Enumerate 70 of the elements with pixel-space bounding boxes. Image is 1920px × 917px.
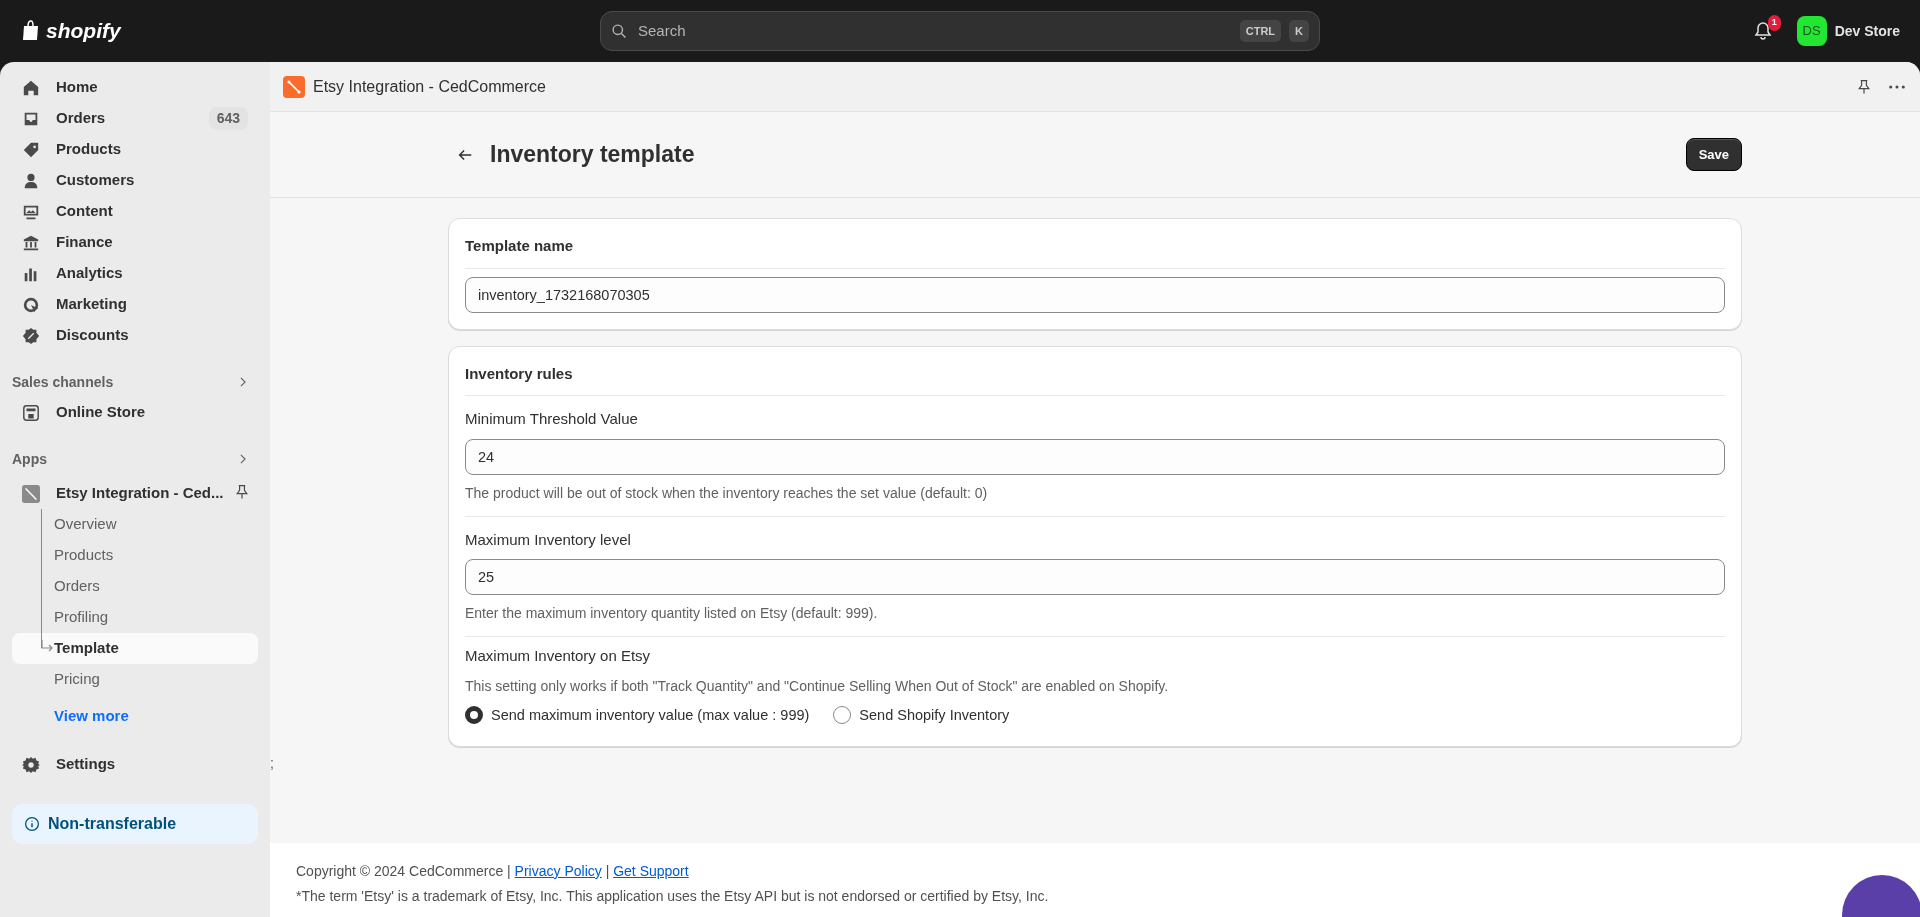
sub-nav-item[interactable]: Profiling — [12, 602, 258, 633]
pin-icon — [234, 483, 250, 500]
more-icon[interactable] — [1888, 83, 1906, 90]
stray-character: ; — [270, 755, 274, 772]
footer-link[interactable]: Privacy Policy — [514, 863, 602, 879]
pin-icon[interactable] — [1856, 78, 1872, 95]
storefront-icon — [22, 403, 40, 422]
sub-nav-item[interactable]: Overview — [12, 509, 258, 540]
view-more-link[interactable]: View more — [54, 704, 129, 728]
footer-link[interactable]: Get Support — [613, 863, 689, 879]
card-title: Inventory rules — [465, 362, 1725, 396]
sub-nav-item[interactable]: Pricing — [12, 664, 258, 695]
input-field[interactable]: inventory_1732168070305 — [465, 276, 1725, 313]
app-icon — [22, 484, 40, 503]
input-field[interactable]: 25 — [465, 559, 1725, 595]
nav-item[interactable]: Analytics — [12, 258, 258, 289]
store-avatar[interactable]: DS — [1796, 16, 1827, 46]
notification-badge: 1 — [1767, 15, 1781, 31]
nav-item[interactable]: Products — [12, 134, 258, 165]
app-logo-icon — [283, 75, 305, 98]
sub-nav-item[interactable]: Template — [12, 633, 258, 664]
logo-text: shopify — [46, 18, 121, 45]
app-title: Etsy Integration - CedCommerce — [313, 76, 546, 97]
app-nav-item[interactable]: Etsy Integration - Ced... — [12, 478, 234, 509]
info-icon — [24, 816, 40, 832]
bank-icon — [22, 233, 40, 252]
store-name[interactable]: Dev Store — [1834, 20, 1900, 42]
discount-icon — [22, 326, 40, 345]
target-icon — [22, 295, 40, 314]
help-text: This setting only works if both "Track Quantity" and "Continue Selling When Out of Stock" are enabled on Shopify. — [465, 676, 1170, 696]
search-field[interactable]: Search — [636, 18, 1232, 44]
nav-item[interactable]: Online Store — [12, 397, 258, 428]
notice-text: Non-transferable — [48, 814, 177, 834]
section-heading: Sales channels — [12, 372, 114, 392]
nav-item[interactable]: Finance — [12, 227, 258, 258]
person-icon — [22, 171, 40, 190]
search-bar[interactable]: Search CTRL K — [600, 11, 1320, 51]
nav-item[interactable]: Marketing — [12, 289, 258, 320]
sub-nav-item[interactable]: Products — [12, 540, 258, 571]
nav-item[interactable]: Home — [12, 72, 258, 103]
search-icon — [611, 22, 628, 40]
copyright-text: Copyright © 2024 CedCommerce | Privacy Policy | Get Support — [296, 862, 690, 881]
input-field[interactable]: 24 — [465, 438, 1725, 475]
field-label: Maximum Inventory level — [465, 529, 632, 550]
radio-label[interactable]: Send maximum inventory value (max value : 999) — [491, 704, 810, 727]
section-heading: Apps — [12, 449, 47, 469]
settings-nav-item[interactable]: Settings — [12, 749, 258, 780]
disclaimer-text: *The term 'Etsy' is a trademark of Etsy, Inc. This application uses the Etsy API but is not endorsed or certified by Etsy, Inc. — [296, 887, 1050, 906]
home-icon — [22, 78, 40, 97]
card-title: Template name — [465, 235, 1725, 269]
bell-icon — [1752, 21, 1773, 41]
count-badge: 643 — [208, 107, 248, 130]
nav-item[interactable]: Customers — [12, 165, 258, 196]
help-text: The product will be out of stock when the inventory reaches the set value (default: 0) — [465, 483, 989, 503]
page-title: Inventory template — [490, 140, 695, 170]
field-label: Maximum Inventory on Etsy — [465, 646, 652, 666]
tag-icon — [22, 140, 40, 159]
help-text: Enter the maximum inventory quantity listed on Etsy (default: 999). — [465, 604, 879, 623]
nav-item[interactable]: Discounts — [12, 320, 258, 351]
save-button[interactable]: Save — [1685, 137, 1742, 172]
field-label: Minimum Threshold Value — [465, 409, 639, 429]
nav-item[interactable]: Orders 643 — [12, 103, 258, 134]
radio-button[interactable] — [465, 706, 483, 725]
radio-label[interactable]: Send Shopify Inventory — [859, 704, 1010, 727]
sub-nav-item[interactable]: Orders — [12, 571, 258, 602]
nav-item[interactable]: Content — [12, 196, 258, 227]
gear-icon — [22, 755, 40, 774]
shortcut-key: K — [1289, 19, 1309, 43]
radio-button[interactable] — [833, 706, 852, 725]
shortcut-key: CTRL — [1239, 19, 1282, 43]
